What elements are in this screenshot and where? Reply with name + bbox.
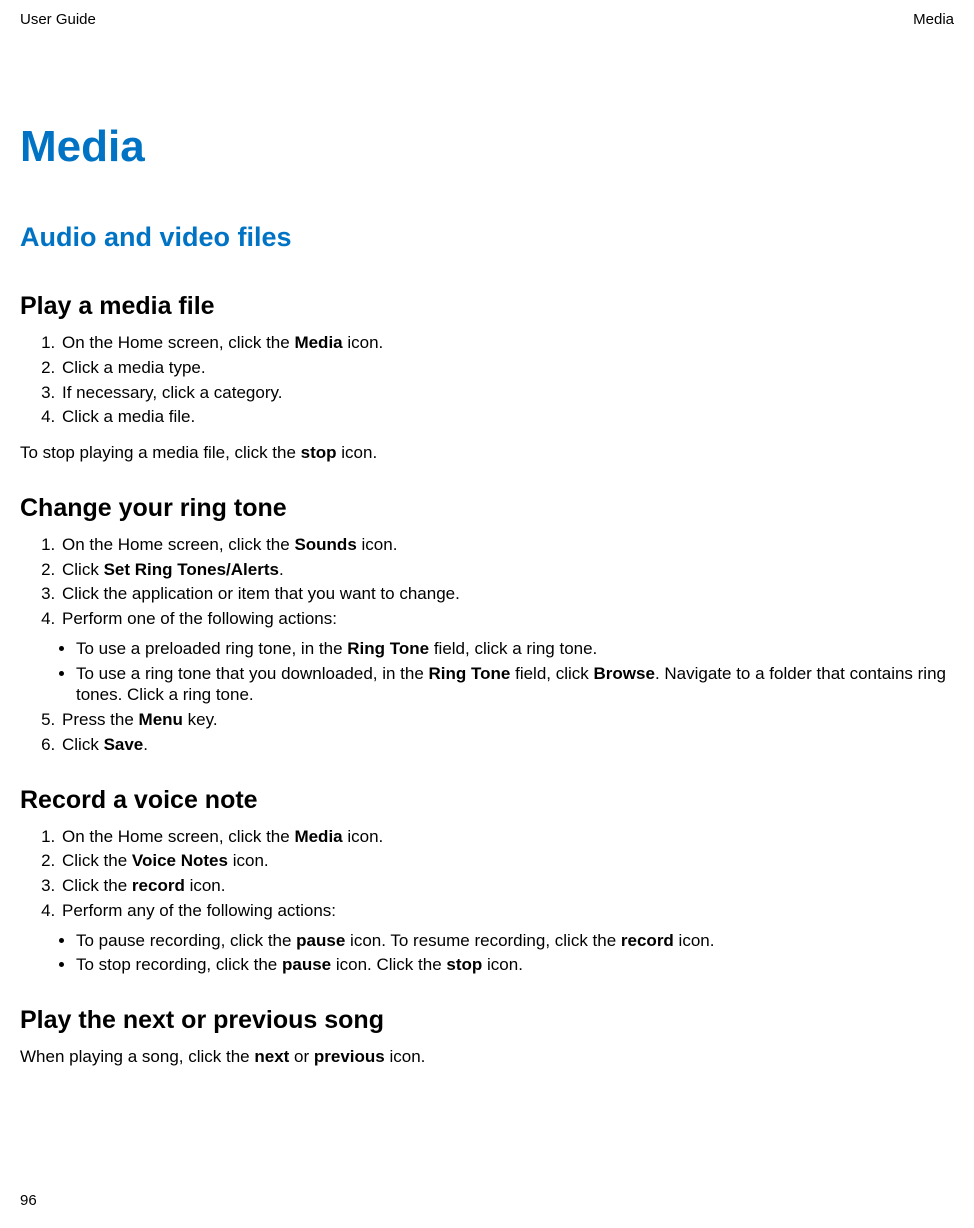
bold: Ring Tone bbox=[347, 639, 429, 658]
next-prev-text: When playing a song, click the next or p… bbox=[20, 1046, 954, 1068]
bold: Browse bbox=[594, 664, 655, 683]
ring-tone-steps-cont: Press the Menu key. Click Save. bbox=[20, 709, 954, 756]
heading-play-media: Play a media file bbox=[20, 290, 954, 322]
text: To use a ring tone that you downloaded, … bbox=[76, 664, 429, 683]
list-item: Perform any of the following actions: bbox=[60, 900, 954, 922]
list-item: On the Home screen, click the Media icon… bbox=[60, 332, 954, 354]
text: icon. To resume recording, click the bbox=[345, 931, 621, 950]
text: key. bbox=[183, 710, 218, 729]
list-item: Click the record icon. bbox=[60, 875, 954, 897]
heading-record-voice: Record a voice note bbox=[20, 784, 954, 816]
list-item: Click Set Ring Tones/Alerts. bbox=[60, 559, 954, 581]
heading-ring-tone: Change your ring tone bbox=[20, 492, 954, 524]
bold: pause bbox=[282, 955, 331, 974]
list-item: On the Home screen, click the Media icon… bbox=[60, 826, 954, 848]
ring-tone-steps: On the Home screen, click the Sounds ico… bbox=[20, 534, 954, 630]
text: icon. bbox=[357, 535, 398, 554]
list-item: Click a media file. bbox=[60, 406, 954, 428]
text: Press the bbox=[62, 710, 139, 729]
bold: Save bbox=[104, 735, 144, 754]
text: When playing a song, click the bbox=[20, 1047, 254, 1066]
text: Click the bbox=[62, 876, 132, 895]
header-right: Media bbox=[913, 10, 954, 29]
text: icon. bbox=[185, 876, 226, 895]
bold: previous bbox=[314, 1047, 385, 1066]
list-item: Click the Voice Notes icon. bbox=[60, 850, 954, 872]
text: To stop playing a media file, click the bbox=[20, 443, 301, 462]
page-number: 96 bbox=[20, 1191, 37, 1210]
header-left: User Guide bbox=[20, 10, 96, 29]
text: icon. Click the bbox=[331, 955, 446, 974]
play-media-note: To stop playing a media file, click the … bbox=[20, 442, 954, 464]
text: To stop recording, click the bbox=[76, 955, 282, 974]
text: On the Home screen, click the bbox=[62, 827, 294, 846]
bold: Voice Notes bbox=[132, 851, 228, 870]
text: Click the bbox=[62, 851, 132, 870]
bold: Sounds bbox=[294, 535, 356, 554]
text: icon. bbox=[482, 955, 523, 974]
text: . bbox=[279, 560, 284, 579]
text: icon. bbox=[343, 333, 384, 352]
bold: Media bbox=[294, 827, 342, 846]
text: To pause recording, click the bbox=[76, 931, 296, 950]
text: icon. bbox=[674, 931, 715, 950]
bold: stop bbox=[446, 955, 482, 974]
text: Click a media type. bbox=[62, 358, 206, 377]
record-voice-options: To pause recording, click the pause icon… bbox=[20, 930, 954, 977]
bold: record bbox=[621, 931, 674, 950]
page-header: User Guide Media bbox=[20, 10, 954, 29]
bold: Menu bbox=[139, 710, 183, 729]
list-item: To use a preloaded ring tone, in the Rin… bbox=[76, 638, 954, 660]
list-item: Click a media type. bbox=[60, 357, 954, 379]
text: If necessary, click a category. bbox=[62, 383, 282, 402]
bold: stop bbox=[301, 443, 337, 462]
bold: Media bbox=[294, 333, 342, 352]
text: or bbox=[289, 1047, 314, 1066]
list-item: To stop recording, click the pause icon.… bbox=[76, 954, 954, 976]
list-item: Click Save. bbox=[60, 734, 954, 756]
list-item: Press the Menu key. bbox=[60, 709, 954, 731]
page-title: Media bbox=[20, 119, 954, 175]
list-item: If necessary, click a category. bbox=[60, 382, 954, 404]
text: Click bbox=[62, 735, 104, 754]
list-item: Click the application or item that you w… bbox=[60, 583, 954, 605]
text: field, click a ring tone. bbox=[429, 639, 597, 658]
list-item: To use a ring tone that you downloaded, … bbox=[76, 663, 954, 707]
heading-next-prev: Play the next or previous song bbox=[20, 1004, 954, 1036]
bold: Ring Tone bbox=[429, 664, 511, 683]
bold: Set Ring Tones/Alerts bbox=[104, 560, 279, 579]
bold: next bbox=[254, 1047, 289, 1066]
list-item: Perform one of the following actions: bbox=[60, 608, 954, 630]
list-item: On the Home screen, click the Sounds ico… bbox=[60, 534, 954, 556]
record-voice-steps: On the Home screen, click the Media icon… bbox=[20, 826, 954, 922]
list-item: To pause recording, click the pause icon… bbox=[76, 930, 954, 952]
text: icon. bbox=[385, 1047, 426, 1066]
text: icon. bbox=[228, 851, 269, 870]
play-media-steps: On the Home screen, click the Media icon… bbox=[20, 332, 954, 428]
text: icon. bbox=[343, 827, 384, 846]
bold: pause bbox=[296, 931, 345, 950]
ring-tone-options: To use a preloaded ring tone, in the Rin… bbox=[20, 638, 954, 706]
bold: record bbox=[132, 876, 185, 895]
section-title: Audio and video files bbox=[20, 220, 954, 255]
text: . bbox=[143, 735, 148, 754]
text: On the Home screen, click the bbox=[62, 535, 294, 554]
text: Click a media file. bbox=[62, 407, 195, 426]
text: Click bbox=[62, 560, 104, 579]
text: On the Home screen, click the bbox=[62, 333, 294, 352]
text: icon. bbox=[337, 443, 378, 462]
text: field, click bbox=[510, 664, 593, 683]
text: To use a preloaded ring tone, in the bbox=[76, 639, 347, 658]
